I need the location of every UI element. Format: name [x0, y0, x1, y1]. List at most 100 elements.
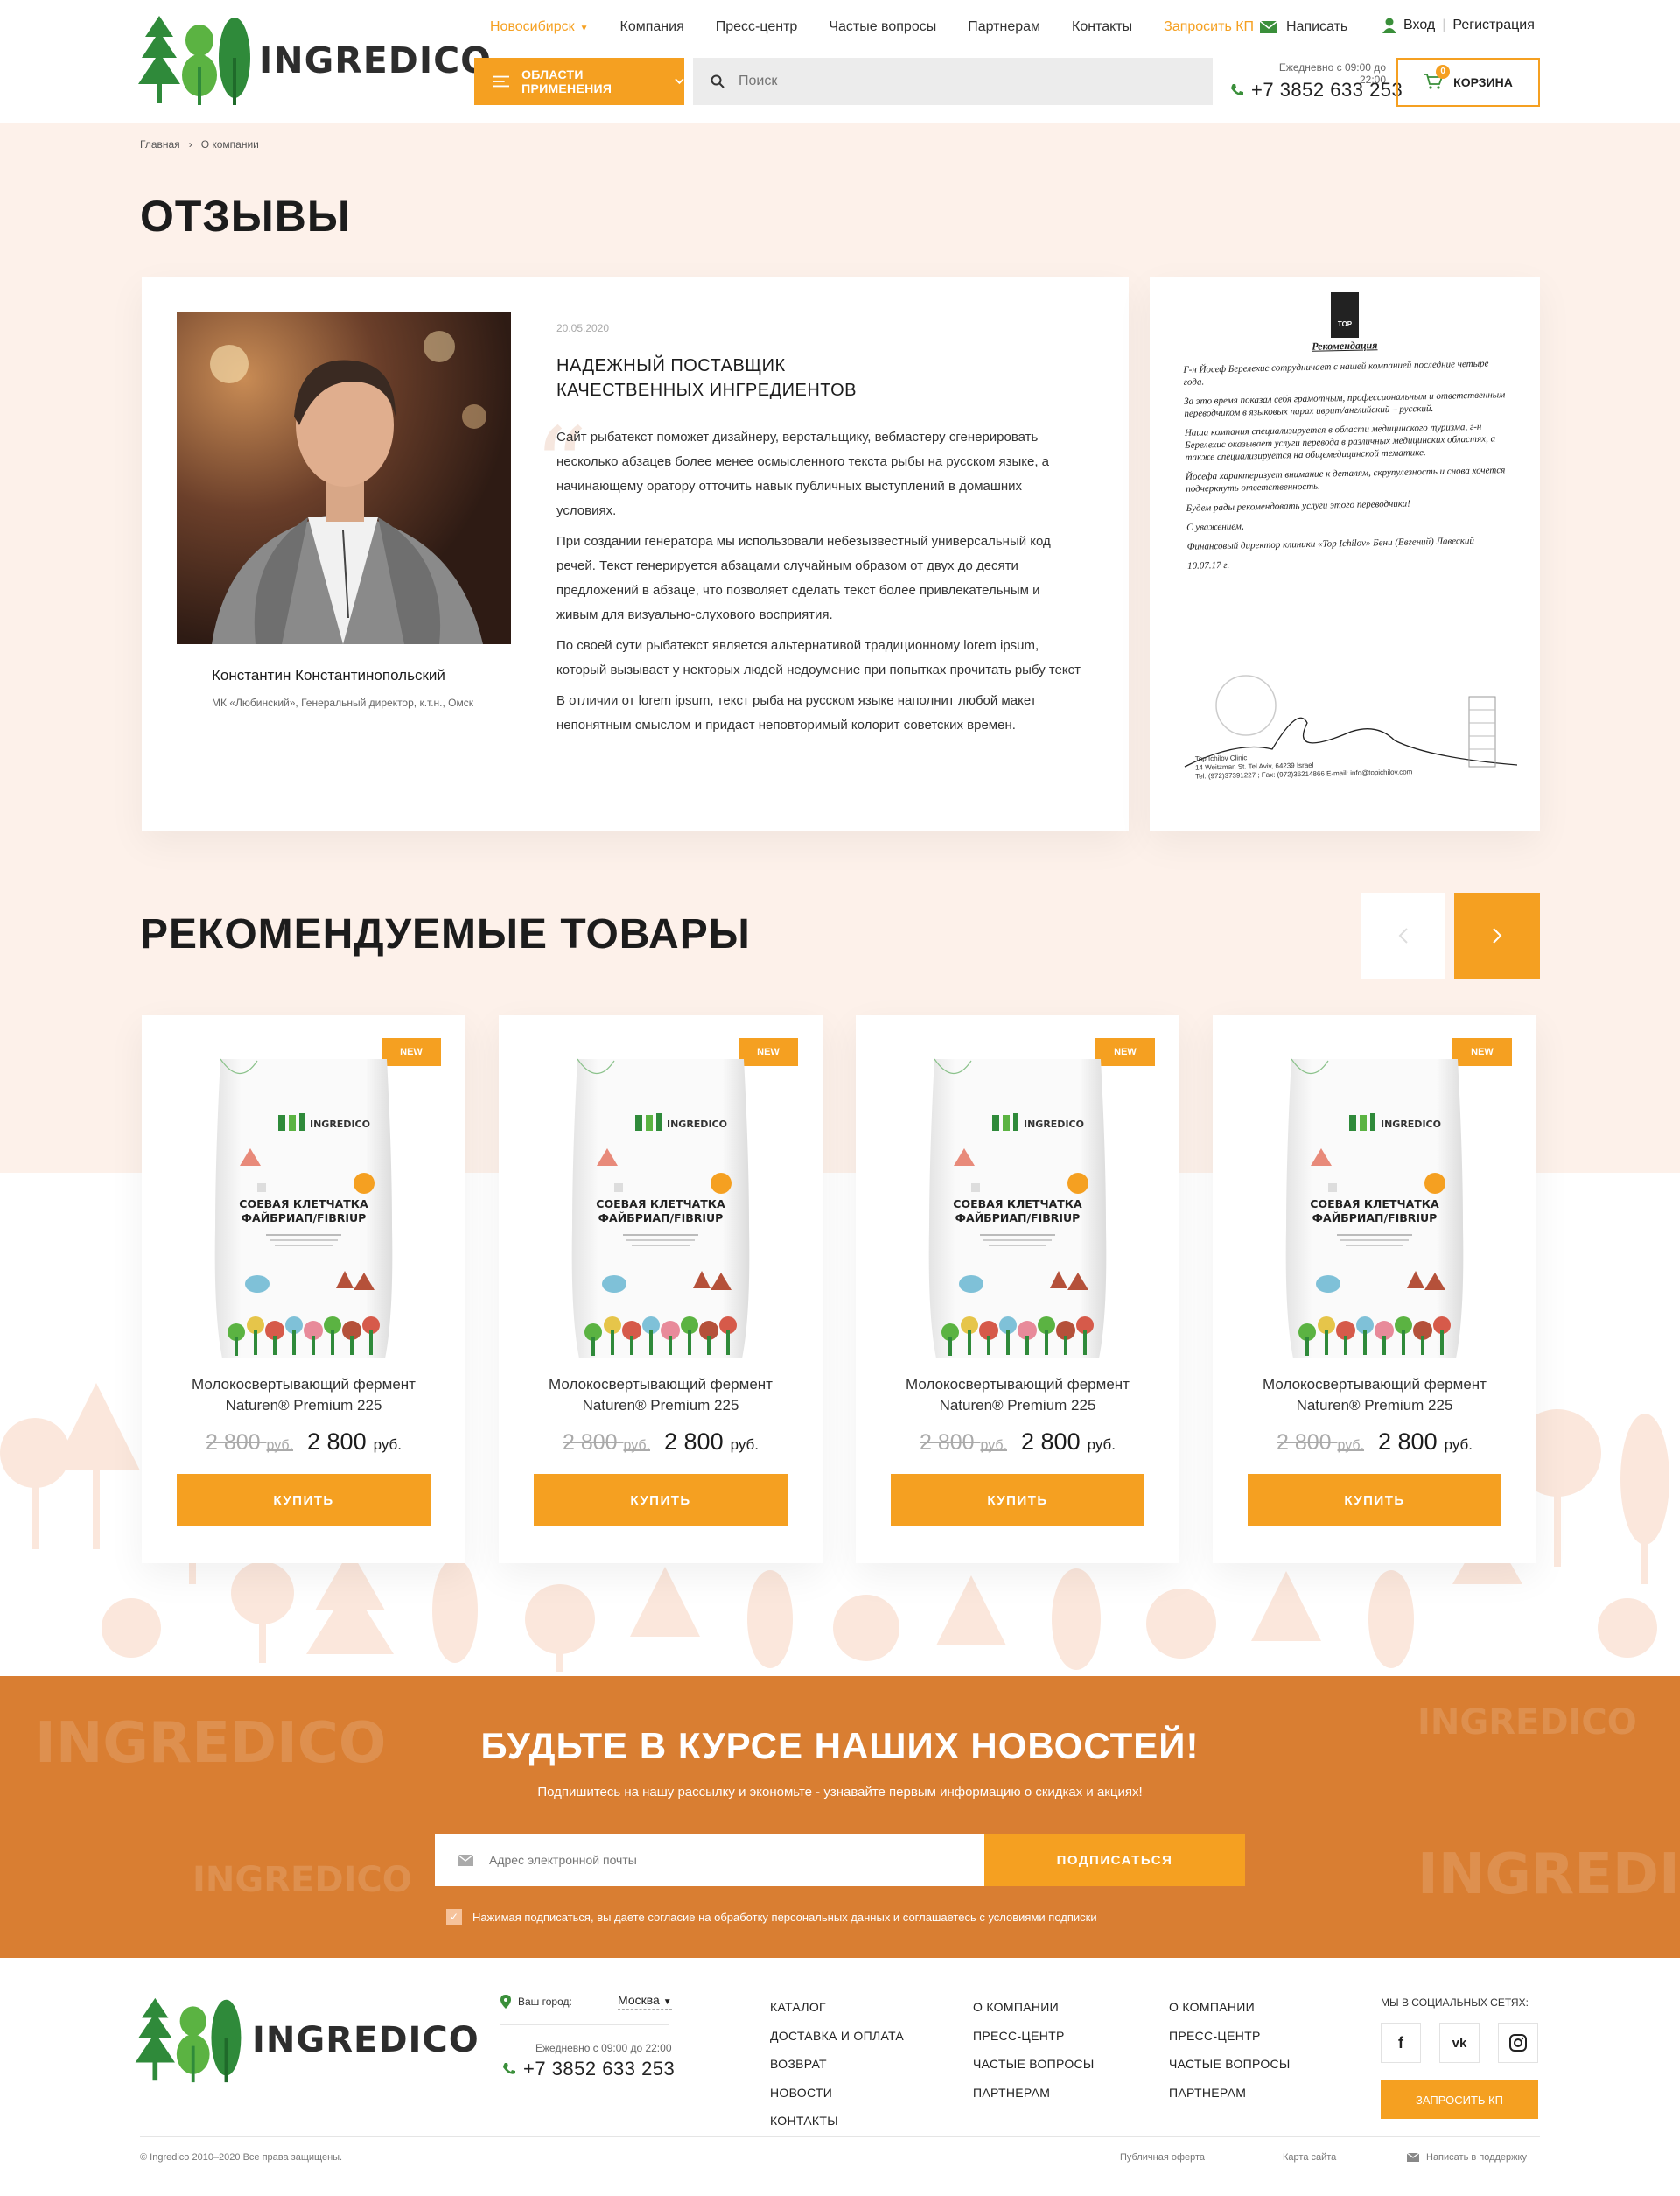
copyright: © Ingredico 2010–2020 Все права защищены… — [140, 2152, 343, 2163]
footer-link[interactable]: ВОЗВРАТ — [770, 2050, 904, 2079]
consent-text: Нажимая подписаться, вы даете согласие н… — [472, 1910, 1097, 1924]
buy-button[interactable]: КУПИТЬ — [891, 1474, 1144, 1526]
buy-button[interactable]: КУПИТЬ — [177, 1474, 430, 1526]
footer-link[interactable]: ПРЕСС-ЦЕНТР — [1169, 2022, 1291, 2051]
catalog-menu-button[interactable]: ОБЛАСТИ ПРИМЕНЕНИЯ — [474, 58, 684, 105]
sitemap-link[interactable]: Карта сайта — [1283, 2152, 1336, 2163]
letter-paragraph: Наша компания специализируется в области… — [1184, 421, 1496, 463]
footer-city-selector[interactable]: Москва ▼ — [618, 1993, 672, 2010]
product-name[interactable]: Молокосвертывающий фермент Naturen® Premi… — [1230, 1374, 1519, 1416]
cart-button[interactable]: 0 КОРЗИНА — [1396, 58, 1540, 107]
city-selector[interactable]: Новосибирск ▼ — [490, 19, 589, 35]
city-label-text: Ваш город: — [518, 1996, 572, 2008]
public-offer-link[interactable]: Публичная оферта — [1120, 2152, 1205, 2163]
subscribe-button[interactable]: ПОДПИСАТЬСЯ — [984, 1834, 1245, 1886]
review-card: Константин Константинопольский МК «Любин… — [142, 277, 1129, 831]
footer-phone[interactable]: +7 3852 633 253 — [502, 2058, 675, 2080]
package-title-line: СОЕВАЯ КЛЕТЧАТКА — [1310, 1197, 1439, 1210]
nav-faq[interactable]: Частые вопросы — [829, 19, 936, 35]
footer-link[interactable]: О КОМПАНИИ — [1169, 1993, 1291, 2022]
letter-paragraph: 10.07.17 г. — [1186, 559, 1230, 572]
phone-icon — [503, 2063, 515, 2074]
nav-partners[interactable]: Партнерам — [968, 19, 1040, 35]
product-name-line: Молокосвертывающий фермент — [192, 1376, 416, 1393]
product-name[interactable]: Молокосвертывающий фермент Naturen® Premi… — [516, 1374, 805, 1416]
footer-link[interactable]: ПАРТНЕРАМ — [973, 2079, 1095, 2108]
login-link[interactable]: Вход — [1404, 18, 1435, 33]
watermark-logo: INGREDICO — [192, 1860, 412, 1900]
review-title-line: КАЧЕСТВЕННЫХ ИНГРЕДИЕНТОВ — [556, 381, 858, 400]
footer-link[interactable]: О КОМПАНИИ — [973, 1993, 1095, 2022]
social-title: МЫ В СОЦИАЛЬНЫХ СЕТЯХ: — [1381, 1996, 1529, 2009]
envelope-icon — [458, 1854, 473, 1866]
letter-title: Рекомендация — [1312, 339, 1378, 353]
footer-city-label: Ваш город: — [500, 1995, 572, 2009]
recommendation-letter-card[interactable]: TOP Рекомендация Г-н Йосеф Берелехис сот… — [1150, 277, 1540, 831]
product-card[interactable]: NEW INGREDICO СОЕВАЯ КЛЕТЧАТКА ФАЙБРИАП/FIB… — [856, 1015, 1180, 1563]
old-price-currency: руб. — [980, 1438, 1008, 1453]
recommended-title: РЕКОМЕНДУЕМЫЕ ТОВАРЫ — [140, 911, 751, 958]
footer-phone-number: +7 3852 633 253 — [523, 2058, 676, 2080]
footer-request-kp-button[interactable]: ЗАПРОСИТЬ КП — [1381, 2080, 1538, 2119]
search-input[interactable] — [738, 74, 1176, 89]
search-bar — [693, 58, 1213, 105]
carousel-prev-button[interactable] — [1362, 893, 1446, 979]
buy-button[interactable]: КУПИТЬ — [1248, 1474, 1502, 1526]
footer-link[interactable]: НОВОСТИ — [770, 2079, 904, 2108]
chevron-right-icon — [1493, 928, 1502, 944]
product-card[interactable]: NEW INGREDICO СОЕВАЯ КЛЕТЧАТКА ФАЙБРИАП/FIB… — [1213, 1015, 1536, 1563]
footer-link[interactable]: ЧАСТЫЕ ВОПРОСЫ — [973, 2050, 1095, 2079]
email-field[interactable] — [489, 1853, 944, 1867]
product-name[interactable]: Молокосвертывающий фермент Naturen® Premi… — [873, 1374, 1162, 1416]
carousel-next-button[interactable] — [1454, 893, 1540, 979]
footer-link[interactable]: ЧАСТЫЕ ВОПРОСЫ — [1169, 2050, 1291, 2079]
breadcrumb-home[interactable]: Главная — [140, 138, 180, 151]
footer-bottom-divider — [140, 2136, 1540, 2137]
product-card[interactable]: NEW INGREDICO СОЕВАЯ КЛЕТЧАТКА ФАЙБРИАП/FIB… — [499, 1015, 822, 1563]
old-price-value: 2 800 — [562, 1430, 618, 1455]
search-icon[interactable] — [710, 74, 724, 88]
package-brand-text: INGREDICO — [310, 1119, 370, 1130]
nav-contacts[interactable]: Контакты — [1072, 19, 1132, 35]
instagram-button[interactable] — [1498, 2023, 1538, 2063]
review-text: Сайт рыбатекст поможет дизайнеру, верста… — [556, 425, 1082, 744]
footer-link[interactable]: ПРЕСС-ЦЕНТР — [973, 2022, 1095, 2051]
breadcrumb: Главная › О компании — [140, 138, 259, 151]
header-phone[interactable]: +7 3852 633 253 — [1230, 79, 1403, 102]
old-price-currency: руб. — [266, 1438, 294, 1453]
footer-link[interactable]: ПАРТНЕРАМ — [1169, 2079, 1291, 2108]
product-card[interactable]: NEW INGREDICO СОЕВАЯ КЛЕТЧАТКА ФАЙБРИАП/FIB… — [142, 1015, 466, 1563]
vk-button[interactable]: vk — [1439, 2023, 1480, 2063]
current-price-currency: руб. — [730, 1436, 760, 1453]
facebook-button[interactable]: f — [1381, 2023, 1421, 2063]
support-link[interactable]: Написать в поддержку — [1407, 2152, 1527, 2163]
old-price-currency: руб. — [623, 1438, 651, 1453]
footer-city-value: Москва — [618, 1993, 660, 2007]
old-price-value: 2 800 — [205, 1430, 261, 1455]
nav-press-center[interactable]: Пресс-центр — [716, 19, 798, 35]
newsletter-section: INGREDICO INGREDICO INGREDICO INGREDICO … — [0, 1676, 1680, 1958]
old-price-currency: руб. — [1337, 1438, 1365, 1453]
consent-checkbox[interactable]: ✓ — [446, 1909, 462, 1925]
nav-request-kp[interactable]: Запросить КП — [1164, 19, 1254, 35]
package-title-line: ФАЙБРИАП/FIBRIUP — [956, 1211, 1081, 1224]
footer-link[interactable]: ДОСТАВКА И ОПЛАТА — [770, 2022, 904, 2051]
footer-logo[interactable]: INGREDICO — [133, 1996, 480, 2084]
site-logo[interactable]: INGREDICO — [138, 14, 492, 107]
review-title-line: НАДЕЖНЫЙ ПОСТАВЩИК — [556, 356, 786, 375]
footer-link[interactable]: КОНТАКТЫ — [770, 2107, 904, 2136]
footer-menu-company-2: О КОМПАНИИ ПРЕСС-ЦЕНТР ЧАСТЫЕ ВОПРОСЫ ПА… — [1169, 1993, 1291, 2107]
old-price: 2 800 руб. — [1277, 1430, 1364, 1456]
product-name-line: Молокосвертывающий фермент — [906, 1376, 1130, 1393]
product-name[interactable]: Молокосвертывающий фермент Naturen® Premi… — [159, 1374, 448, 1416]
write-link[interactable]: Написать — [1260, 19, 1348, 35]
support-label: Написать в поддержку — [1426, 2152, 1527, 2163]
letter-paragraph: За это время показал себя грамотным, про… — [1184, 389, 1506, 419]
package-brand-text: INGREDICO — [667, 1119, 727, 1130]
register-link[interactable]: Регистрация — [1452, 18, 1535, 33]
write-label: Написать — [1286, 19, 1348, 34]
nav-company[interactable]: Компания — [620, 19, 684, 35]
menu-icon — [494, 75, 510, 88]
footer-link[interactable]: КАТАЛОГ — [770, 1993, 904, 2022]
buy-button[interactable]: КУПИТЬ — [534, 1474, 788, 1526]
